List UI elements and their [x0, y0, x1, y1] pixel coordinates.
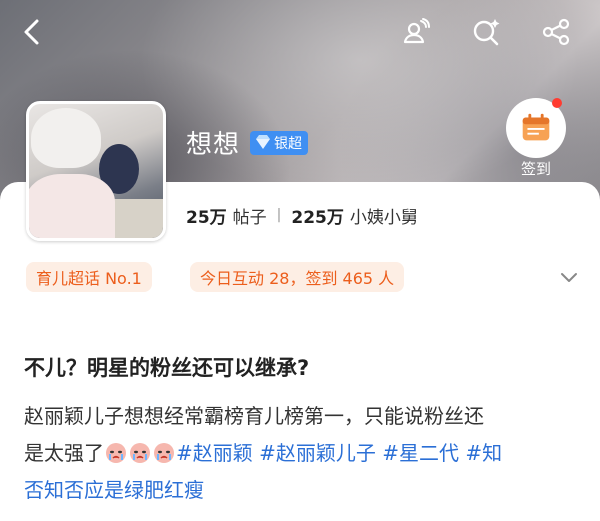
notification-dot	[552, 98, 562, 108]
level-badge[interactable]: 银超	[250, 131, 308, 155]
rank-tag[interactable]: 育儿超话 No.1	[26, 262, 152, 292]
share-button[interactable]	[538, 14, 574, 50]
back-arrow-icon	[24, 19, 39, 45]
posts-count: 25万	[186, 207, 227, 228]
badge-label: 银超	[274, 136, 302, 152]
post-title: 不儿？明星的粉丝还可以继承?	[24, 356, 310, 380]
hashtag-link[interactable]: #知	[465, 441, 502, 465]
hashtag-link[interactable]: #赵丽颖	[176, 441, 253, 465]
members-button[interactable]	[398, 14, 434, 50]
post-line-2-text: 是太强了	[24, 441, 104, 465]
hashtag-link[interactable]: #赵丽颖儿子	[259, 441, 376, 465]
chevron-down-icon[interactable]	[556, 264, 582, 290]
crying-face-icon	[130, 443, 150, 463]
back-button[interactable]	[14, 14, 50, 50]
user-group-icon	[403, 18, 430, 44]
crying-face-icon	[154, 443, 174, 463]
share-icon	[542, 18, 570, 46]
posts-label: 帖子	[232, 207, 267, 228]
calendar-icon	[522, 113, 550, 141]
hashtag-link[interactable]: #星二代	[382, 441, 459, 465]
stats-divider: |	[276, 207, 282, 223]
checkin-label: 签到	[520, 160, 551, 178]
activity-tag[interactable]: 今日互动 28，签到 465 人	[190, 262, 405, 292]
search-button[interactable]	[468, 14, 504, 50]
post-line-2: 是太强了 #赵丽颖 #赵丽颖儿子 #星二代 #知	[24, 435, 584, 472]
post-line-3[interactable]: 否知否应是绿肥红瘦	[24, 472, 584, 509]
post-line-1: 赵丽颖儿子想想经常霸榜育儿榜第一，只能说粉丝还	[24, 404, 484, 428]
post-body: 赵丽颖儿子想想经常霸榜育儿榜第一，只能说粉丝还 是太强了 #赵丽颖 #赵丽颖儿子 …	[24, 398, 584, 509]
followers-label[interactable]: 小姨小舅	[350, 203, 418, 228]
crying-face-icon	[106, 443, 126, 463]
followers-count: 225万	[291, 207, 344, 228]
diamond-icon	[256, 135, 270, 149]
stats-row: 25万 帖子 | 225万 小姨小舅	[186, 202, 418, 228]
checkin-button[interactable]	[506, 98, 566, 158]
search-sparkle-icon	[473, 19, 500, 46]
profile-name: 想想	[186, 130, 241, 160]
avatar[interactable]	[26, 101, 166, 241]
